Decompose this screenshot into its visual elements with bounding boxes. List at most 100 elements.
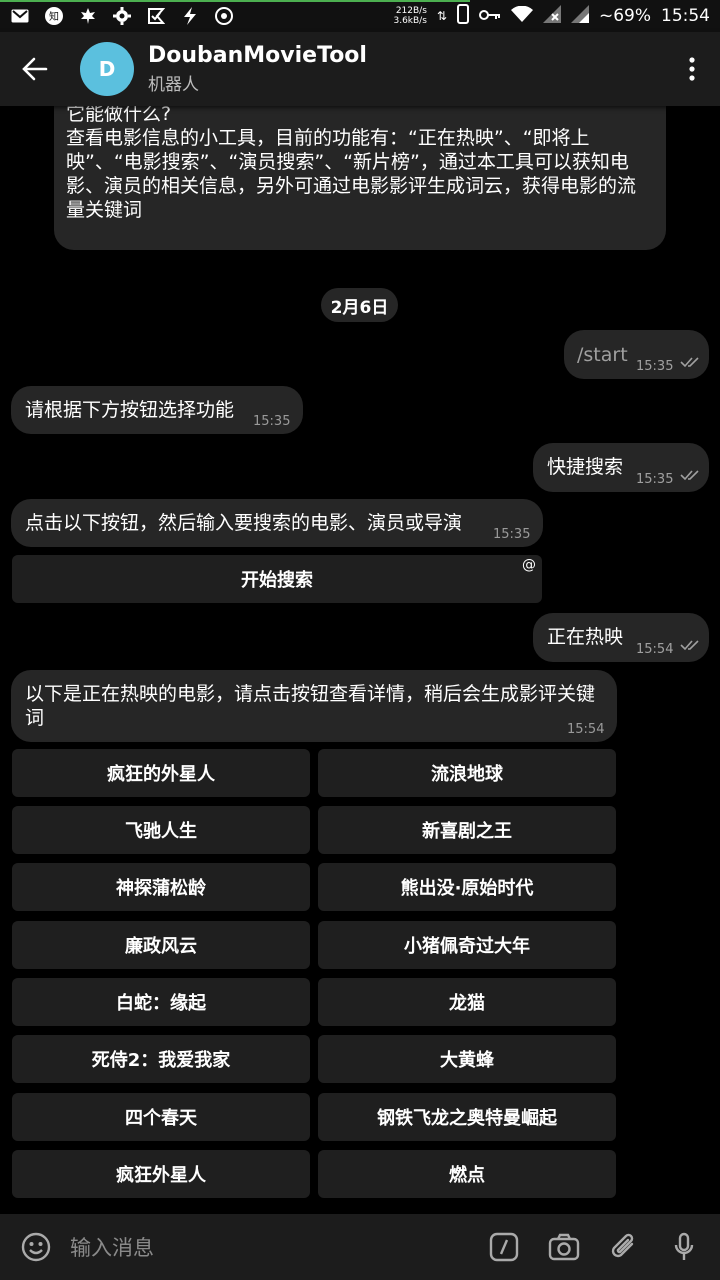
camera-button[interactable] (534, 1214, 594, 1280)
phone-icon (456, 3, 469, 29)
speed-down: 3.6kB/s (393, 16, 427, 26)
message-time: 15:35 (493, 527, 531, 542)
key-icon (478, 6, 501, 26)
movie-button[interactable]: 四个春天 (12, 1093, 310, 1141)
button-label: 新喜剧之王 (422, 821, 512, 842)
movie-button[interactable]: 龙猫 (318, 978, 616, 1026)
button-label: 大黄蜂 (440, 1050, 494, 1071)
read-ticks-icon (680, 640, 699, 651)
avatar-letter: D (98, 57, 116, 81)
button-label: 死侍2：我爱我家 (91, 1050, 231, 1071)
microphone-icon (674, 1232, 694, 1260)
button-label: 开始搜索 (241, 570, 313, 591)
bot-commands-button[interactable] (474, 1214, 534, 1280)
message-input-bar: 输入消息 (0, 1214, 720, 1280)
button-label: 神探蒲松龄 (116, 878, 206, 899)
button-label: 疯狂外星人 (116, 1165, 206, 1186)
read-ticks-icon (680, 470, 699, 481)
message-text: 以下是正在热映的电影，请点击按钮查看详情，稍后会生成影评关键词 (25, 683, 596, 729)
read-ticks-icon (680, 357, 699, 368)
chat-subtitle: 机器人 (148, 75, 199, 95)
movie-button[interactable]: 小猪佩奇过大年 (318, 921, 616, 969)
message-text: 快捷搜索 (547, 456, 624, 478)
movie-button[interactable]: 熊出没·原始时代 (318, 863, 616, 911)
button-label: 龙猫 (449, 993, 485, 1014)
slash-command-icon (489, 1232, 519, 1262)
maple-leaf-icon (78, 6, 98, 26)
button-label: 廉政风云 (125, 936, 197, 957)
avatar[interactable]: D (80, 42, 134, 96)
button-label: 熊出没·原始时代 (400, 878, 534, 899)
movie-button[interactable]: 疯狂外星人 (12, 1150, 310, 1198)
gear-icon (112, 6, 132, 26)
button-label: 疯狂的外星人 (107, 764, 215, 785)
message-time: 15:35 (636, 359, 674, 374)
status-bar: 知 212B/s 3.6kB/s ⇅ ~69% 15:54 (0, 0, 720, 32)
emoji-icon (21, 1232, 51, 1262)
paperclip-icon (611, 1233, 634, 1258)
up-down-arrows-icon: ⇅ (436, 9, 447, 23)
back-button[interactable] (0, 32, 70, 106)
button-label: 钢铁飞龙之奥特曼崛起 (377, 1108, 557, 1129)
movie-button[interactable]: 神探蒲松龄 (12, 863, 310, 911)
check-flag-icon (146, 6, 166, 26)
movie-button[interactable]: 流浪地球 (318, 749, 616, 797)
message-text: 点击以下按钮，然后输入要搜索的电影、演员或导演 (25, 512, 463, 534)
message-text: 正在热映 (547, 626, 624, 648)
more-options-button[interactable] (664, 32, 720, 106)
message-time: 15:54 (636, 642, 674, 657)
date-divider: 2月6日 (321, 288, 398, 322)
chat-area[interactable]: 它能做什么? 查看电影信息的小工具，目前的功能有：“正在热映”、“即将上映”、“… (0, 106, 720, 1214)
chat-title-block[interactable]: DoubanMovieTool 机器人 (148, 43, 367, 95)
camera-icon (548, 1233, 580, 1261)
network-speed: 212B/s 3.6kB/s (393, 6, 426, 26)
message-text: 请根据下方按钮选择功能 (25, 399, 235, 421)
button-label: 流浪地球 (431, 764, 503, 785)
outgoing-message[interactable]: 快捷搜索 15:35 (533, 443, 709, 492)
message-input[interactable]: 输入消息 (70, 1232, 474, 1262)
message-text: /start (577, 344, 628, 366)
movie-button[interactable]: 燃点 (318, 1150, 616, 1198)
wifi-icon (510, 5, 533, 27)
movie-button[interactable]: 大黄蜂 (318, 1035, 616, 1083)
clock: 15:54 (661, 6, 710, 26)
signal-icon (570, 4, 589, 28)
button-label: 飞驰人生 (125, 821, 197, 842)
outgoing-message[interactable]: 正在热映 15:54 (533, 613, 709, 662)
message-time: 15:35 (636, 472, 674, 487)
incoming-message[interactable]: 点击以下按钮，然后输入要搜索的电影、演员或导演 15:35 (11, 499, 543, 547)
outgoing-message[interactable]: /start 15:35 (564, 330, 709, 379)
movie-button[interactable]: 新喜剧之王 (318, 806, 616, 854)
speed-up: 212B/s (395, 6, 427, 16)
aperture-icon (214, 6, 234, 26)
chat-title: DoubanMovieTool (148, 43, 367, 68)
date-label: 2月6日 (330, 297, 389, 318)
inline-query-badge: @ (522, 557, 536, 573)
movie-button[interactable]: 疯狂的外星人 (12, 749, 310, 797)
svg-text:知: 知 (49, 10, 59, 23)
gmail-icon (10, 6, 30, 26)
arrow-left-icon (22, 57, 48, 81)
movie-button[interactable]: 廉政风云 (12, 921, 310, 969)
battery-level: ~69% (598, 6, 651, 26)
message-time: 15:35 (253, 414, 291, 429)
movie-button[interactable]: 飞驰人生 (12, 806, 310, 854)
intro-body: 查看电影信息的小工具，目前的功能有：“正在热映”、“即将上映”、“电影搜索”、“… (66, 127, 637, 221)
start-search-button[interactable]: 开始搜索 @ (12, 555, 542, 603)
attach-button[interactable] (594, 1214, 654, 1280)
movie-button[interactable]: 钢铁飞龙之奥特曼崛起 (318, 1093, 616, 1141)
lightning-icon (180, 6, 200, 26)
button-label: 白蛇：缘起 (116, 993, 206, 1014)
zhihu-icon: 知 (44, 6, 64, 26)
more-vertical-icon (689, 57, 695, 81)
no-signal-icon (542, 4, 561, 28)
button-label: 小猪佩奇过大年 (404, 936, 530, 957)
incoming-message[interactable]: 请根据下方按钮选择功能 15:35 (11, 386, 303, 434)
movie-button[interactable]: 死侍2：我爱我家 (12, 1035, 310, 1083)
emoji-button[interactable] (6, 1214, 66, 1280)
incoming-message[interactable]: 以下是正在热映的电影，请点击按钮查看详情，稍后会生成影评关键词 15:54 (11, 670, 617, 742)
bot-intro-card: 它能做什么? 查看电影信息的小工具，目前的功能有：“正在热映”、“即将上映”、“… (54, 106, 666, 250)
voice-record-button[interactable] (654, 1214, 714, 1280)
movie-button[interactable]: 白蛇：缘起 (12, 978, 310, 1026)
loading-progress-line (0, 0, 470, 2)
